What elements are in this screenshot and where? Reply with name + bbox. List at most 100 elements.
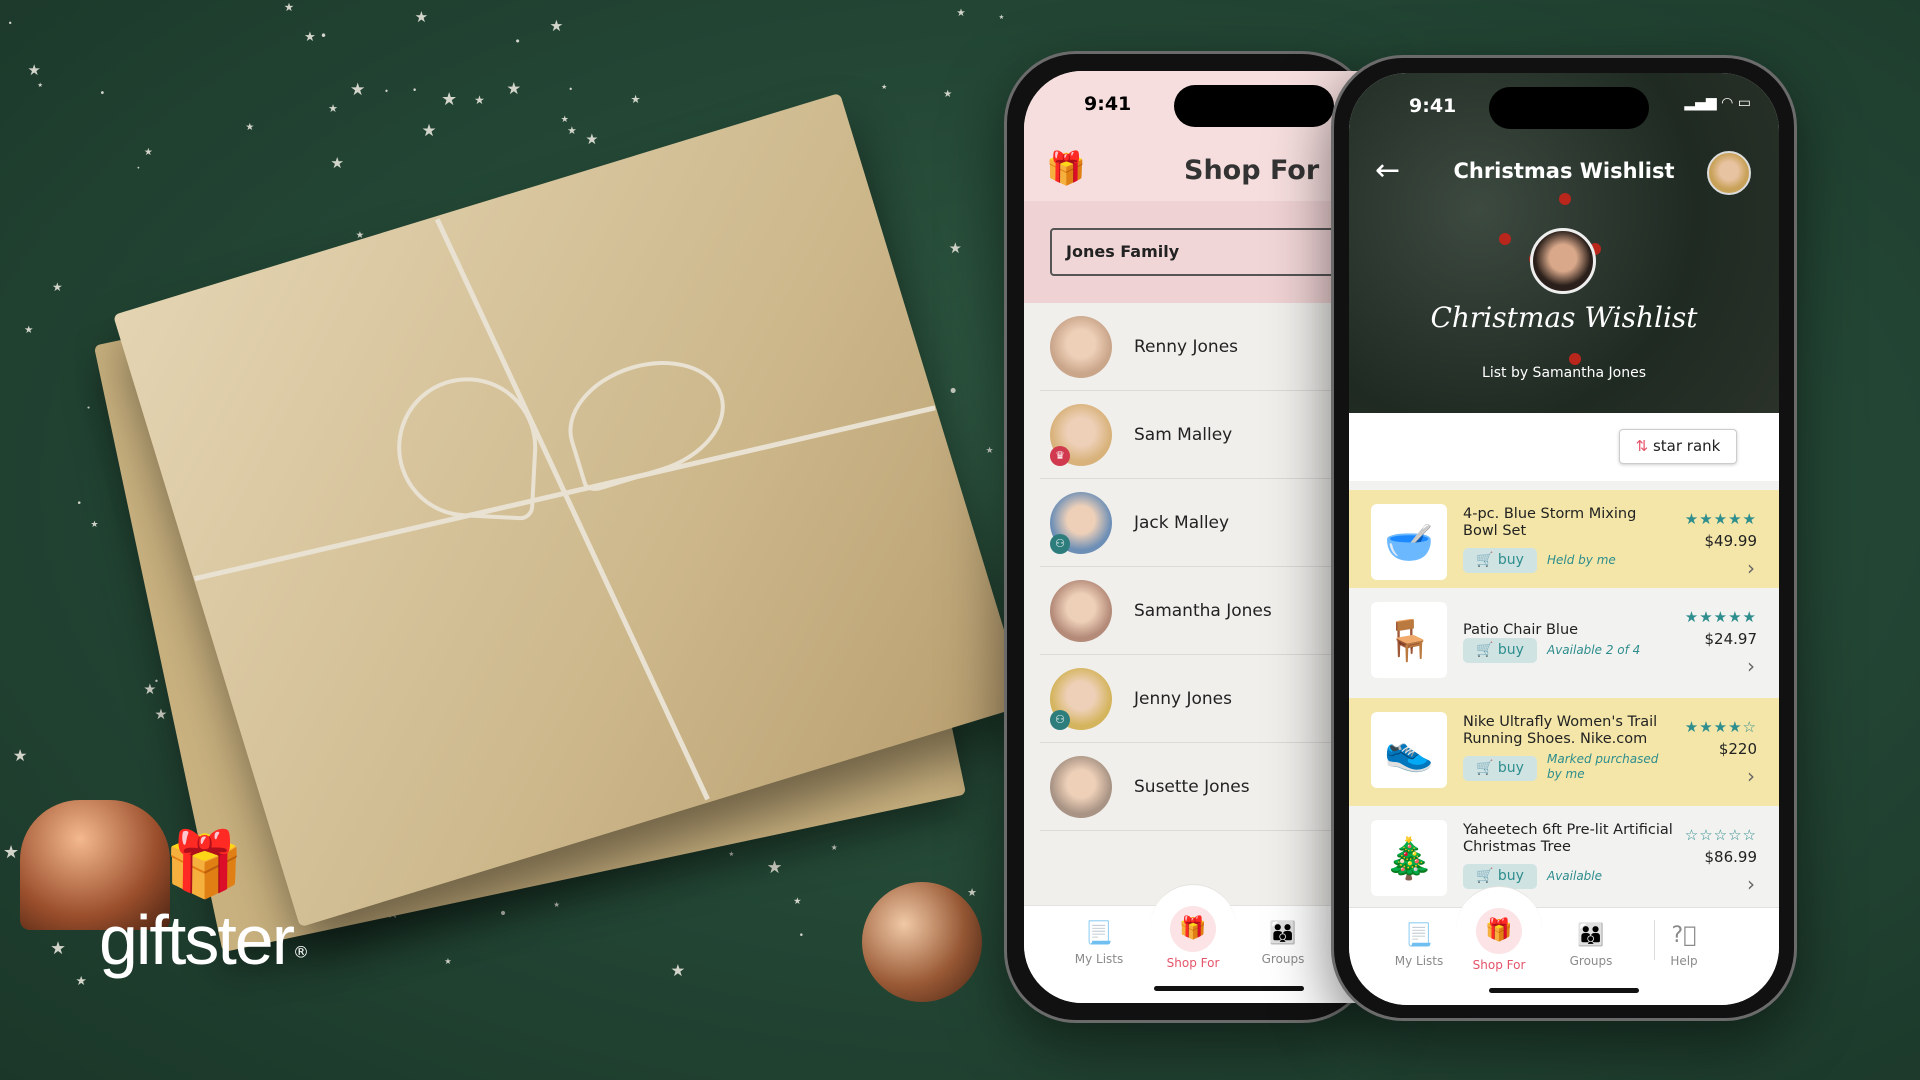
member-name: Samantha Jones <box>1134 600 1272 621</box>
right-phone: 9:41 ▂▄▆ ◠ ▭ ← Christmas Wishlist Christ… <box>1331 55 1797 1021</box>
cart-icon: 🛒 <box>1476 760 1494 776</box>
confetti-star: ★ <box>766 858 783 879</box>
nav-my-lists[interactable]: 📃 My Lists <box>1374 922 1464 968</box>
confetti-star: ★ <box>956 7 966 19</box>
star-rating: ★★★★☆ <box>1684 718 1757 736</box>
group-icon: ⚇ <box>1050 709 1070 730</box>
confetti-star: • <box>7 18 13 29</box>
confetti-star: ★ <box>793 896 802 908</box>
item-thumbnail: 🪑 <box>1371 602 1447 678</box>
item-name: 4-pc. Blue Storm Mixing Bowl Set <box>1463 506 1637 539</box>
confetti-star: ★ <box>985 445 994 456</box>
confetti-star: ★ <box>12 746 28 766</box>
confetti-star: ★ <box>245 122 255 134</box>
confetti-star: • <box>412 86 418 97</box>
star-rating: ☆☆☆☆☆ <box>1684 826 1757 844</box>
item-price: $86.99 <box>1704 848 1758 866</box>
confetti-star: ★ <box>154 707 168 724</box>
family-gift-icon: 🎁 <box>164 828 244 902</box>
avatar: ⚇ <box>1050 667 1112 730</box>
confetti-star: ★ <box>567 123 577 137</box>
wishlist-item[interactable]: 🎄 Yaheetech 6ft Pre-lit Artificial Chris… <box>1349 806 1779 910</box>
confetti-star: • <box>319 28 327 43</box>
confetti-star: ★ <box>998 14 1005 22</box>
groups-icon: 👪 <box>1577 923 1605 948</box>
nav-groups[interactable]: 👪 Groups <box>1546 922 1636 968</box>
confetti-star: ★ <box>474 92 485 107</box>
item-price: $24.97 <box>1704 630 1758 648</box>
help-icon: ?⃝ <box>1671 923 1697 948</box>
chevron-right-icon[interactable]: › <box>1747 654 1755 678</box>
confetti-star: ★ <box>304 29 316 45</box>
member-name: Renny Jones <box>1134 336 1239 357</box>
buy-button[interactable]: 🛒 buy <box>1463 548 1537 573</box>
confetti-star: ★ <box>444 955 452 966</box>
confetti-star: ★ <box>52 279 63 294</box>
member-name: Jack Malley <box>1134 512 1230 533</box>
gift-icon: 🎁 <box>1476 908 1522 954</box>
wishlist-screen: 9:41 ▂▄▆ ◠ ▭ ← Christmas Wishlist Christ… <box>1349 73 1779 1005</box>
confetti-star: ★ <box>948 240 962 258</box>
status-time: 9:41 <box>1084 93 1132 115</box>
item-status: Marked purchased by me <box>1547 752 1659 781</box>
avatar: ⚇ <box>1050 491 1112 554</box>
confetti-star: ★ <box>670 960 686 980</box>
confetti-star: ★ <box>414 8 429 27</box>
wishlist-item[interactable]: 👟 Nike Ultrafly Women's Trail Running Sh… <box>1349 698 1779 806</box>
chevron-right-icon[interactable]: › <box>1747 556 1755 580</box>
buy-button[interactable]: 🛒 buy <box>1463 638 1537 663</box>
confetti-star: ★ <box>90 519 99 530</box>
member-name: Jenny Jones <box>1134 688 1232 709</box>
item-name: Patio Chair Blue <box>1463 622 1579 638</box>
avatar: ♛ <box>1050 403 1112 466</box>
gift-icon: 🎁 <box>1170 906 1216 952</box>
sort-icon: ⇅ <box>1635 437 1649 455</box>
nav-my-lists[interactable]: 📃 My Lists <box>1054 920 1144 966</box>
nav-shop-for[interactable]: 🎁 Shop For <box>1148 906 1238 970</box>
bottom-nav: 📃 My Lists 🎁 Shop For 👪 Groups ?⃝ Help <box>1349 886 1779 1005</box>
left-phone: 9:41 🎁 Shop For Jones Family Renny Jones… <box>1004 51 1424 1023</box>
item-status: Available <box>1547 869 1603 883</box>
confetti-star: • <box>136 164 141 172</box>
confetti-star: • <box>568 85 574 95</box>
confetti-star: ★ <box>506 78 522 98</box>
wishlist-item[interactable]: 🪑 Patio Chair Blue 🛒 buy Available 2 of … <box>1349 588 1779 698</box>
group-select[interactable]: Jones Family <box>1050 228 1350 276</box>
nav-help[interactable]: ?⃝ Help <box>1639 922 1729 968</box>
cart-icon: 🛒 <box>1476 552 1494 568</box>
chevron-right-icon[interactable]: › <box>1747 872 1755 896</box>
confetti-star: ★ <box>728 851 735 859</box>
confetti-star: ★ <box>24 323 34 336</box>
wishlist-item[interactable]: 🥣 4-pc. Blue Storm Mixing Bowl Set 🛒 buy… <box>1349 490 1779 588</box>
confetti-star: ★ <box>50 939 66 960</box>
dynamic-island <box>1174 85 1334 127</box>
confetti-star: • <box>514 35 521 49</box>
home-indicator <box>1489 988 1639 993</box>
confetti-star: ★ <box>585 131 599 148</box>
confetti-star: ★ <box>967 885 977 899</box>
confetti-star: • <box>498 906 508 923</box>
confetti-star: ★ <box>630 91 641 106</box>
page-title: Shop For <box>1184 155 1320 186</box>
nav-shop-for[interactable]: 🎁 Shop For <box>1454 908 1544 972</box>
avatar <box>1050 315 1112 378</box>
star-rating: ★★★★★ <box>1684 608 1757 626</box>
confetti-star: • <box>99 88 106 100</box>
confetti-star: ★ <box>143 147 153 159</box>
buy-button[interactable]: 🛒 buy <box>1463 756 1537 781</box>
chevron-right-icon[interactable]: › <box>1747 764 1755 788</box>
nav-groups[interactable]: 👪 Groups <box>1238 920 1328 966</box>
cart-icon: 🛒 <box>1476 868 1494 884</box>
sort-star-rank-button[interactable]: ⇅ star rank <box>1619 429 1737 464</box>
confetti-star: • <box>86 403 91 413</box>
list-by: List by Samantha Jones <box>1482 365 1646 381</box>
confetti-star: • <box>384 87 389 97</box>
confetti-star: • <box>947 382 959 403</box>
giftster-family-icon: 🎁 <box>1046 149 1086 187</box>
star-rating: ★★★★★ <box>1684 510 1757 528</box>
confetti-star: ★ <box>553 900 560 910</box>
user-avatar[interactable] <box>1707 151 1751 195</box>
avatar <box>1050 755 1112 818</box>
status-time: 9:41 <box>1409 95 1457 117</box>
list-icon: 📃 <box>1405 923 1433 948</box>
